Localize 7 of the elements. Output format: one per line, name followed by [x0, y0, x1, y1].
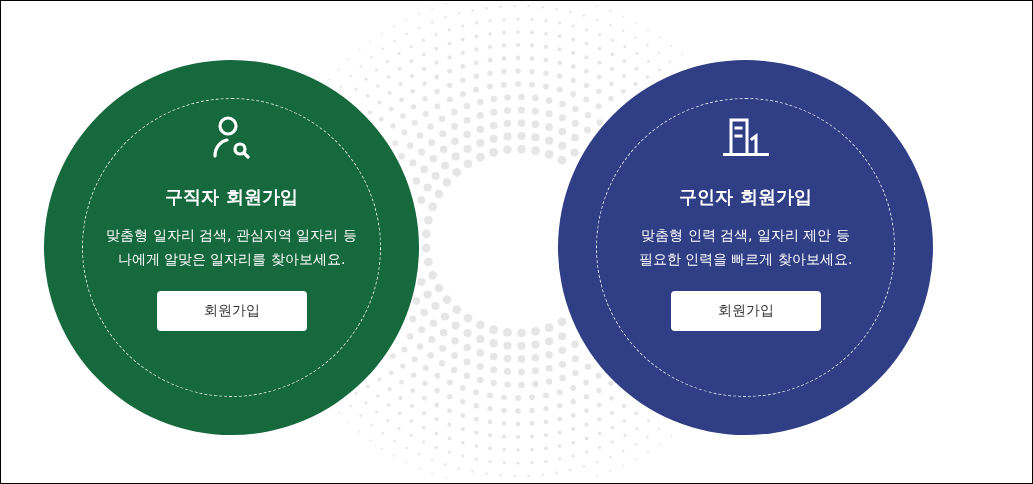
card-description: 맞춤형 일자리 검색, 관심지역 일자리 등 나에게 알맞은 일자리를 찾아보세요. — [106, 226, 357, 269]
person-search-icon — [211, 115, 252, 159]
signup-button[interactable]: 회원가입 — [670, 291, 821, 331]
card-description: 맞춤형 인력 검색, 일자리 제안 등 필요한 인력을 빠르게 찾아보세요. — [638, 226, 853, 269]
signup-button[interactable]: 회원가입 — [156, 291, 307, 331]
card-title: 구인자 회원가입 — [679, 185, 812, 209]
card-title: 구직자 회원가입 — [165, 185, 298, 209]
